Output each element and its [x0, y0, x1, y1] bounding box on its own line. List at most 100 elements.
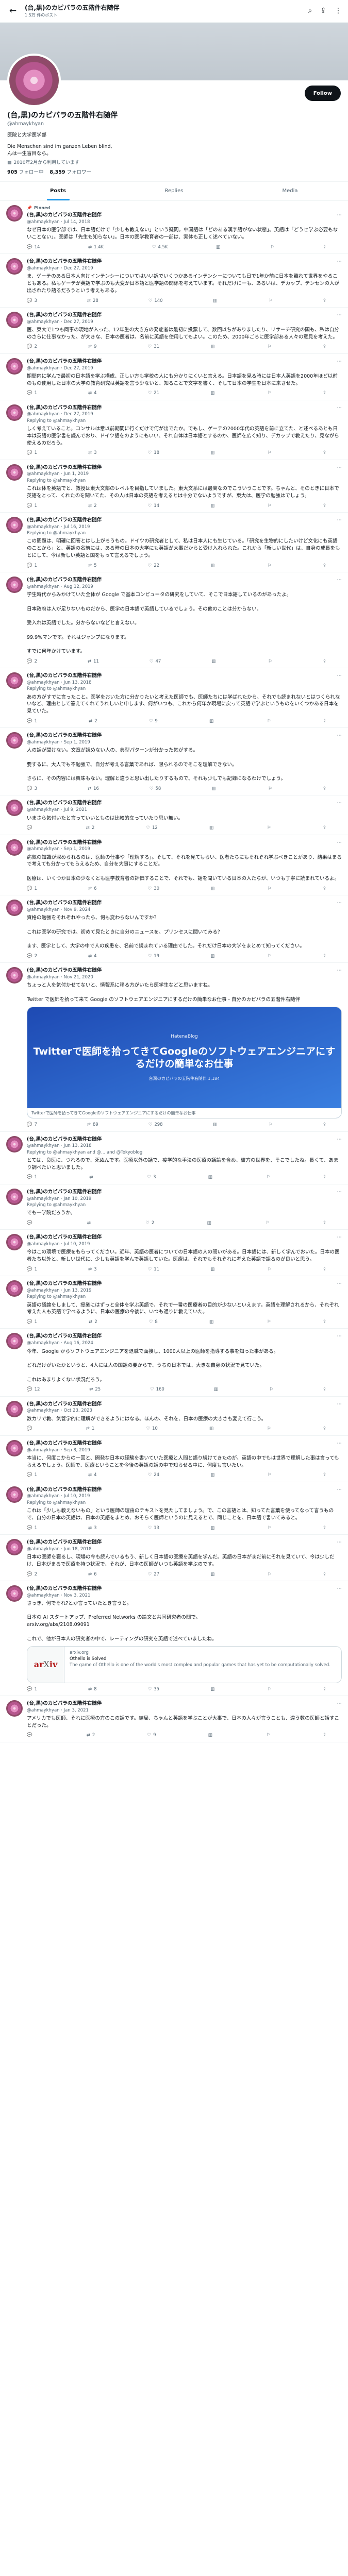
like-action[interactable]: ♡ 58 — [150, 786, 161, 792]
views-action[interactable]: ▥ — [216, 244, 222, 250]
tweet-avatar[interactable] — [6, 800, 23, 817]
tweet[interactable]: (台,黒)のカピバラの五階件右随伴 ⋯ @ahmaykhyan · Nov 9, 2… — [0, 895, 348, 963]
share-action[interactable]: ⇪ — [323, 658, 326, 665]
tweet-avatar[interactable] — [6, 1486, 23, 1503]
tweet-avatar[interactable] — [6, 1280, 23, 1297]
like-action[interactable]: ♡ 47 — [150, 658, 161, 665]
share-action[interactable]: ⇪ — [323, 1266, 326, 1273]
views-action[interactable]: ▥ — [212, 1122, 219, 1128]
bookmark-action[interactable]: ⚐ — [267, 718, 271, 724]
tweet-handle-date[interactable]: @ahmaykhyan · Aug 12, 2019 — [27, 584, 342, 590]
tweet-handle-date[interactable]: @ahmaykhyan · Dec 27, 2019 — [27, 265, 342, 272]
retweet-action[interactable]: ⇄ — [87, 1220, 93, 1226]
bookmark-action[interactable]: ⚐ — [269, 1386, 273, 1393]
tweet-avatar[interactable] — [6, 967, 23, 984]
retweet-action[interactable]: ⇄ 5 — [88, 563, 97, 569]
tweet-author-name[interactable]: (台,黒)のカピバラの五階件右随伴 — [27, 1333, 102, 1340]
like-action[interactable]: ♡ 24 — [148, 1472, 159, 1478]
like-action[interactable]: ♡ 9 — [149, 718, 158, 724]
tweet-author-name[interactable]: (台,黒)のカピバラの五階件右随伴 — [27, 672, 102, 680]
retweet-action[interactable]: ⇄ 2 — [88, 503, 97, 509]
tweet-avatar[interactable] — [6, 516, 23, 533]
reply-action[interactable]: 💬 12 — [27, 1386, 40, 1393]
retweet-action[interactable]: ⇄ 28 — [87, 298, 98, 304]
tweet-author-name[interactable]: (台,黒)のカピバラの五階件右随伴 — [27, 1585, 102, 1592]
share-action[interactable]: ⇪ — [323, 825, 326, 831]
tweet-handle-date[interactable]: @ahmaykhyan · Jan 10, 2019 — [27, 1196, 342, 1202]
share-action[interactable]: ⇪ — [323, 1732, 326, 1738]
tweet[interactable]: (台,黒)のカピバラの五階件右随伴 ⋯ @ahmaykhyan · Dec 27, … — [0, 400, 348, 460]
tweet-handle-date[interactable]: @ahmaykhyan · Dec 27, 2019 — [27, 319, 342, 325]
tweet-author-name[interactable]: (台,黒)のカピバラの五階件右随伴 — [27, 1234, 102, 1241]
reply-action[interactable]: 💬 3 — [27, 786, 37, 792]
tweet-handle-date[interactable]: @ahmaykhyan · Jan 3, 2021 — [27, 1707, 342, 1714]
reply-action[interactable]: 💬 1 — [27, 503, 37, 509]
reply-action[interactable]: 💬 — [27, 825, 35, 831]
tweet-reply-to[interactable]: Replying to @ahmaykhyan — [27, 1202, 342, 1208]
tweet-handle-date[interactable]: @ahmaykhyan · Jul 10, 2019 — [27, 1241, 342, 1247]
tweet-reply-to[interactable]: Replying to @ahmaykhyan — [27, 1500, 342, 1506]
tweet[interactable]: (台,黒)のカピバラの五階件右随伴 ⋯ @ahmaykhyan · Jul 9, 2… — [0, 795, 348, 835]
reply-action[interactable]: 💬 2 — [27, 1571, 37, 1578]
reply-action[interactable]: 💬 1 — [27, 1266, 37, 1273]
tweet-handle-date[interactable]: @ahmaykhyan · Jun 13, 2018 — [27, 1143, 342, 1149]
views-action[interactable]: ▥ — [214, 1386, 220, 1393]
tweet-handle-date[interactable]: @ahmaykhyan · Dec 27, 2019 — [27, 365, 342, 371]
more-icon[interactable]: ⋯ — [337, 1280, 342, 1287]
tweet-handle-date[interactable]: @ahmaykhyan · Nov 3, 2021 — [27, 1592, 342, 1599]
tweet-author-name[interactable]: (台,黒)のカピバラの五階件右随伴 — [27, 1486, 102, 1494]
following-link[interactable]: 905 フォロー中 — [7, 169, 43, 176]
more-icon[interactable]: ⋯ — [337, 1539, 342, 1546]
reply-action[interactable]: 💬 1 — [27, 1686, 37, 1692]
share-action[interactable]: ⇪ — [323, 1386, 326, 1393]
bookmark-action[interactable]: ⚐ — [268, 503, 272, 509]
like-action[interactable]: ♡ 27 — [148, 1571, 159, 1578]
tweet-avatar[interactable] — [6, 839, 23, 856]
tweet-handle-date[interactable]: @ahmaykhyan · Aug 16, 2024 — [27, 1340, 342, 1346]
tweet[interactable]: (台,黒)のカピバラの五階件右随伴 ⋯ @ahmaykhyan · Jan 3, 2… — [0, 1696, 348, 1742]
more-icon[interactable]: ⋯ — [337, 800, 342, 807]
more-icon[interactable]: ⋯ — [337, 839, 342, 846]
tweet-handle-date[interactable]: @ahmaykhyan · Dec 27, 2019 — [27, 411, 342, 417]
tweet-avatar[interactable] — [6, 205, 23, 222]
share-action[interactable]: ⇪ — [323, 1426, 326, 1432]
tweet[interactable]: (台,黒)のカピバラの五階件右随伴 ⋯ @ahmaykhyan · Aug 16, … — [0, 1329, 348, 1397]
bookmark-action[interactable]: ⚐ — [267, 1426, 271, 1432]
bookmark-action[interactable]: ⚐ — [268, 1571, 272, 1578]
like-action[interactable]: ♡ 160 — [150, 1386, 164, 1393]
tweet-avatar[interactable] — [6, 258, 23, 275]
share-action[interactable]: ⇪ — [323, 1472, 326, 1478]
like-action[interactable]: ♡ 19 — [148, 953, 159, 959]
tweet[interactable]: (台,黒)のカピバラの五階件右随伴 ⋯ @ahmaykhyan · Sep 8, 2… — [0, 1436, 348, 1482]
tweet-avatar[interactable] — [6, 1333, 23, 1350]
follow-button[interactable]: Follow — [304, 86, 341, 101]
retweet-action[interactable]: ⇄ 6 — [88, 886, 97, 892]
tweet-handle-date[interactable]: @ahmaykhyan · Nov 21, 2020 — [27, 974, 342, 980]
tweet-author-name[interactable]: (台,黒)のカピバラの五階件右随伴 — [27, 900, 102, 907]
more-icon[interactable]: ⋯ — [337, 1585, 342, 1592]
tweet-handle-date[interactable]: @ahmaykhyan · Jul 16, 2019 — [27, 524, 342, 530]
tweet[interactable]: (台,黒)のカピバラの五階件右随伴 ⋯ @ahmaykhyan · Nov 21, … — [0, 963, 348, 1132]
tab-posts[interactable]: Posts — [0, 182, 116, 200]
views-action[interactable]: ▥ — [212, 298, 219, 304]
share-action[interactable]: ⇪ — [323, 1122, 326, 1128]
share-action[interactable]: ⇪ — [323, 1220, 326, 1226]
tweet-author-name[interactable]: (台,黒)のカピバラの五階件右随伴 — [27, 312, 102, 319]
tweet-avatar[interactable] — [6, 732, 23, 749]
reply-action[interactable]: 💬 1 — [27, 1472, 37, 1478]
reply-action[interactable]: 💬 1 — [27, 1525, 37, 1531]
share-action[interactable]: ⇪ — [323, 953, 326, 959]
more-icon[interactable]: ⋯ — [337, 672, 342, 680]
tweet-handle-date[interactable]: @ahmaykhyan · Jul 9, 2021 — [27, 807, 342, 813]
tweet[interactable]: (台,黒)のカピバラの五階件右随伴 ⋯ @ahmaykhyan · Jan 10, … — [0, 1184, 348, 1230]
bookmark-action[interactable]: ⚐ — [268, 390, 272, 396]
share-action[interactable]: ⇪ — [323, 503, 326, 509]
like-action[interactable]: ♡ 140 — [148, 298, 163, 304]
like-action[interactable]: ♡ 11 — [148, 1266, 159, 1273]
tweet-author-name[interactable]: (台,黒)のカピバラの五階件右随伴 — [27, 212, 102, 219]
views-action[interactable]: ▥ — [211, 658, 218, 665]
more-icon[interactable]: ⋯ — [337, 517, 342, 524]
views-action[interactable]: ▥ — [210, 886, 217, 892]
tweet-author-name[interactable]: (台,黒)のカピバラの五階件右随伴 — [27, 1401, 102, 1408]
like-action[interactable]: ♡ 2 — [145, 1220, 154, 1226]
